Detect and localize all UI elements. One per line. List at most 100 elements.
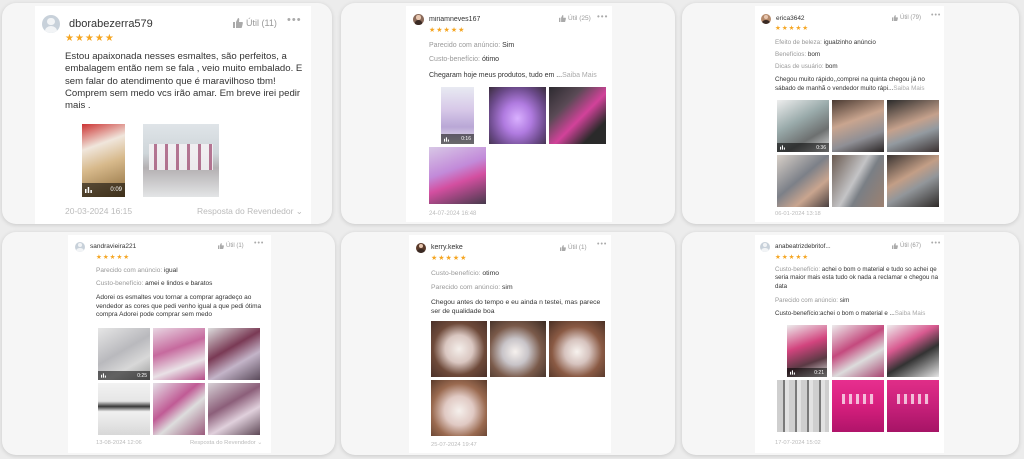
attribute-row: Custo-benefício: achei o bom o material … <box>775 266 939 291</box>
review-video[interactable]: 0:36 <box>777 100 829 152</box>
attribute-value: Sim <box>502 42 515 49</box>
review-photo[interactable] <box>489 87 546 144</box>
username[interactable]: erica3642 <box>776 15 805 22</box>
more-dots-icon[interactable]: ••• <box>597 241 607 248</box>
attribute-value: amei e lindos e baratos <box>145 280 213 287</box>
more-dots-icon[interactable]: ••• <box>931 240 941 247</box>
review-photo[interactable] <box>153 383 205 435</box>
star-rating: ★★★★★ <box>429 27 466 34</box>
thumbs-up-icon <box>892 15 898 21</box>
review-text-row: Custo-benefício:achei o bom o material e… <box>775 310 939 317</box>
username[interactable]: dborabezerra579 <box>69 18 153 30</box>
review-photo[interactable] <box>208 328 260 380</box>
helpful-button[interactable]: Útil (1) <box>218 243 244 249</box>
username[interactable]: anabeatrizdebritof... <box>775 243 831 250</box>
avatar-icon[interactable] <box>416 242 426 253</box>
attribute-row: Parecido com anúncio: igual <box>96 267 178 274</box>
avatar-icon[interactable] <box>413 13 424 25</box>
review-text-row: Chegaram hoje meus produtos, tudo em ...… <box>429 72 597 79</box>
star-rating: ★★★★★ <box>96 254 131 261</box>
helpful-button[interactable]: Útil (1) <box>560 244 587 251</box>
video-duration: 0:36 <box>816 144 826 151</box>
review-photo[interactable] <box>490 321 546 377</box>
avatar-icon[interactable] <box>760 241 770 252</box>
review-photo[interactable] <box>832 380 884 432</box>
attribute-row: Custo-benefício: ótimo <box>429 56 499 63</box>
review-photo[interactable] <box>887 325 939 377</box>
review-photo[interactable] <box>153 328 205 380</box>
attribute-row: Parecido com anúncio: Sim <box>429 42 514 49</box>
more-dots-icon[interactable]: ••• <box>597 12 608 21</box>
more-dots-icon[interactable]: ••• <box>254 240 264 247</box>
attribute-label: Parecido com anúncio: <box>96 267 163 274</box>
review-photo[interactable] <box>208 383 260 435</box>
helpful-count: Útil (67) <box>900 243 922 249</box>
helpful-count: Útil (1) <box>568 244 587 251</box>
username[interactable]: sandravieira221 <box>90 243 136 250</box>
review-text: Chegou antes do tempo e eu ainda n teste… <box>431 299 601 315</box>
review-photo[interactable] <box>887 380 939 432</box>
helpful-button[interactable]: Útil (25) <box>559 15 591 22</box>
video-duration: 0:16 <box>461 136 471 142</box>
username[interactable]: miriamneves167 <box>429 16 480 23</box>
username[interactable]: kerry.keke <box>431 244 463 251</box>
avatar-icon[interactable] <box>761 13 771 24</box>
seller-reply-link[interactable]: Resposta do Revendedor ⌄ <box>190 440 262 446</box>
seller-reply-link[interactable]: Resposta do Revendedor ⌄ <box>197 206 303 217</box>
attribute-value: ótimo <box>481 56 500 63</box>
review-photo[interactable] <box>832 155 884 207</box>
review-photo[interactable] <box>832 325 884 377</box>
review-photo[interactable] <box>98 383 150 435</box>
review-header: dborabezerra579 <box>42 15 153 33</box>
attribute-label: Custo-benefício: <box>431 270 481 277</box>
review-card: erica3642 Útil (79) ••• ★★★★★ Efeito de … <box>755 6 944 222</box>
avatar-icon[interactable] <box>75 241 85 252</box>
review-panel-2: miriamneves167 Útil (25) ••• ★★★★★ Parec… <box>341 3 675 224</box>
review-text: Estou apaixonada nesses esmaltes, são pe… <box>65 51 303 112</box>
review-header: kerry.keke <box>416 242 463 253</box>
review-photo[interactable] <box>777 155 829 207</box>
star-rating: ★★★★★ <box>431 255 468 262</box>
read-more-link[interactable]: Saiba Mais <box>893 85 924 92</box>
review-video[interactable]: 0:09 <box>82 124 125 197</box>
helpful-button[interactable]: Útil (11) <box>233 18 277 28</box>
more-dots-icon[interactable]: ••• <box>931 12 941 19</box>
review-date: 06-01-2024 13:18 <box>775 211 821 217</box>
review-photo[interactable] <box>549 321 605 377</box>
review-photo[interactable] <box>429 147 486 204</box>
video-bars-icon <box>780 145 785 150</box>
review-card: kerry.keke Útil (1) ••• ★★★★★ Custo-bene… <box>409 235 611 453</box>
attribute-value: igualzinho anúncio <box>823 39 876 46</box>
helpful-button[interactable]: Útil (79) <box>892 15 921 21</box>
review-panel-6: anabeatrizdebritof... Útil (67) ••• ★★★★… <box>682 232 1019 455</box>
star-rating: ★★★★★ <box>65 33 115 44</box>
review-photo[interactable] <box>143 124 219 197</box>
review-text: Adorei os esmaltes vou tornar a comprar … <box>96 294 262 319</box>
attribute-value: igual <box>163 267 178 274</box>
review-date: 20-03-2024 16:15 <box>65 206 133 216</box>
read-more-link[interactable]: Saiba Mais <box>895 310 926 317</box>
review-date: 17-07-2024 15:02 <box>775 440 821 446</box>
review-text: Custo-benefício:achei o bom o material e… <box>775 310 895 317</box>
attribute-value: otimo <box>482 270 500 277</box>
review-video[interactable]: 0:16 <box>441 87 474 144</box>
review-photo[interactable] <box>431 380 487 436</box>
review-photo[interactable] <box>887 100 939 152</box>
more-dots-icon[interactable]: ••• <box>287 14 302 26</box>
attribute-label: Dicas de usuário: <box>775 63 824 70</box>
read-more-link[interactable]: Saiba Mais <box>562 72 597 79</box>
attribute-label: Custo-benefício: <box>96 280 144 287</box>
helpful-button[interactable]: Útil (67) <box>892 243 921 249</box>
chevron-down-icon: ⌄ <box>257 440 263 446</box>
review-video[interactable]: 0:25 <box>98 328 150 380</box>
review-photo[interactable] <box>887 155 939 207</box>
review-photo[interactable] <box>832 100 884 152</box>
thumbs-up-icon <box>218 243 224 249</box>
star-rating: ★★★★★ <box>775 254 810 261</box>
avatar-icon[interactable] <box>42 15 60 33</box>
review-photo[interactable] <box>431 321 487 377</box>
review-photo[interactable] <box>549 87 606 144</box>
review-photo[interactable] <box>777 380 829 432</box>
attribute-row: Dicas de usuário: bom <box>775 63 838 70</box>
review-video[interactable]: 0:21 <box>787 325 827 377</box>
